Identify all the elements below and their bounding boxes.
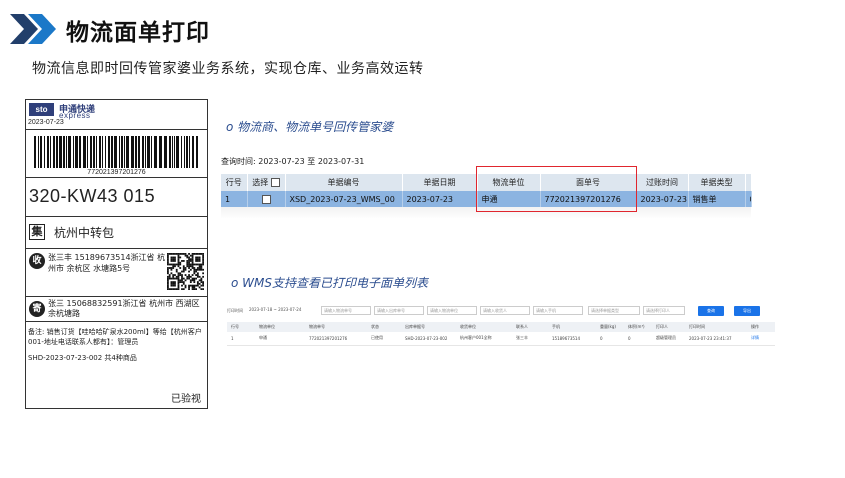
col-select[interactable]: 选择	[247, 174, 286, 191]
wms-col-row-no[interactable]: 行号	[227, 322, 255, 332]
search-button[interactable]: 查询	[698, 306, 724, 316]
phone-input[interactable]: 请输入手机	[533, 306, 583, 315]
cell-bill-no: XSD_2023-07-23_WMS_00	[285, 191, 403, 207]
wms-col-volume[interactable]: 体积(m³)	[624, 322, 652, 332]
inspected-mark: 已验视	[171, 394, 201, 405]
wms-cell-volume: 0	[624, 332, 652, 346]
waybill-header: sto 申通快递 express 2023-07-23	[26, 100, 207, 130]
carrier-input[interactable]: 请输入物流单位	[427, 306, 477, 315]
wms-col-action: 操作	[747, 322, 775, 332]
receiver-tag: 收	[29, 253, 45, 269]
wms-col-printer[interactable]: 打印人	[652, 322, 685, 332]
section1-heading: o 物流商、物流单号回传管家婆	[226, 120, 394, 134]
col-bill-type[interactable]: 单据类型	[688, 174, 746, 191]
wms-col-carrier[interactable]: 物流单位	[255, 322, 305, 332]
col-bill-no[interactable]: 单据编号	[285, 174, 403, 191]
wms-cell-weight: 0	[596, 332, 624, 346]
wms-cell-tracking: 772021397201276	[305, 332, 367, 346]
detail-link[interactable]: 详情	[747, 332, 775, 346]
barcode	[34, 136, 198, 168]
hub-section: 集 杭州中转包	[26, 217, 207, 249]
cell-select	[247, 191, 286, 207]
wms-col-phone[interactable]: 手机	[548, 322, 596, 332]
page-title: 物流面单打印	[66, 20, 210, 46]
waybill-date: 2023-07-23	[28, 119, 64, 126]
waybill-note: 备注: 销售订货【哇哈哈矿泉水200ml】等给【杭州客户001-地址电话联系人都…	[28, 328, 202, 346]
cell-row-no: 1	[221, 191, 248, 207]
tracking-number: 772021397201276	[87, 169, 146, 176]
cell-post-time: 2023-07-23	[636, 191, 689, 207]
sender-tag: 寄	[29, 301, 45, 317]
qr-code-icon	[167, 253, 204, 290]
wms-cell-phone: 15189673514	[548, 332, 596, 346]
wms-cell-receiver-unit: 杭州客户001全称	[456, 332, 512, 346]
waybill-label: sto 申通快递 express 2023-07-23 772021397201…	[25, 99, 208, 409]
wms-col-weight[interactable]: 重量(kg)	[596, 322, 624, 332]
section2-heading: o WMS支持查看已打印电子面单列表	[231, 276, 428, 290]
query-time: 查询时间: 2023-07-23 至 2023-07-31	[221, 157, 365, 166]
wms-col-print-time[interactable]: 打印时间	[685, 322, 747, 332]
wms-cell-print-time: 2023-07-23 23:41:37	[685, 332, 747, 346]
col-post-time[interactable]: 过账时间	[636, 174, 689, 191]
highlight-box	[476, 166, 637, 212]
tracking-no-input[interactable]: 请输入物流单号	[321, 306, 371, 315]
printer-select[interactable]: 请选择打印人	[643, 306, 685, 315]
cell-extra: 0	[745, 191, 752, 207]
receiver-input[interactable]: 请输入收货人	[480, 306, 530, 315]
wms-cell-row-no: 1	[227, 332, 255, 346]
wms-cell-outbound: SHD-2023-07-23-002	[401, 332, 456, 346]
wms-filter-bar: 打印时间 2023-07-18 ~ 2023-07-24 请输入物流单号 请输入…	[227, 305, 775, 317]
wms-col-receiver-unit[interactable]: 收货单位	[456, 322, 512, 332]
page-subtitle: 物流信息即时回传管家婆业务系统，实现仓库、业务高效运转	[32, 61, 424, 77]
cell-bill-date: 2023-07-23	[402, 191, 478, 207]
col-bill-date[interactable]: 单据日期	[402, 174, 478, 191]
print-time-label: 打印时间	[227, 308, 243, 313]
sort-code: 320-KW43 015	[29, 186, 156, 206]
date-range-input[interactable]: 2023-07-18 ~ 2023-07-24	[247, 306, 319, 315]
receiver-section: 收 张三丰 15189673514浙江省 杭州市 余杭区 水塘路5号	[26, 249, 207, 297]
wms-col-tracking[interactable]: 物流单号	[305, 322, 367, 332]
sender-info: 张三 15068832591浙江省 杭州市 西湖区 余杭塘路	[48, 299, 200, 318]
wms-table: 行号 物流单位 物流单号 状态 出库单据号 收货单位 联系人 手机 重量(kg)…	[227, 322, 775, 346]
order-line: SHD-2023-07-23-002 共4种商品	[28, 354, 137, 362]
receiver-info: 张三丰 15189673514浙江省 杭州市 余杭区 水塘路5号	[48, 253, 166, 273]
outbound-no-input[interactable]: 请输入出库单号	[374, 306, 424, 315]
hub-name: 杭州中转包	[54, 226, 115, 240]
wms-cell-carrier: 申通	[255, 332, 305, 346]
double-chevron-icon	[10, 14, 56, 44]
hub-tag: 集	[29, 224, 45, 240]
col-extra	[745, 174, 752, 191]
wms-cell-printer: 超级管理员	[652, 332, 685, 346]
select-all-checkbox[interactable]	[270, 178, 280, 187]
sto-logo: sto	[29, 103, 54, 116]
row-checkbox[interactable]	[261, 194, 271, 204]
cell-bill-type: 销售单	[688, 191, 746, 207]
col-row-no[interactable]: 行号	[221, 174, 248, 191]
sort-code-section: 320-KW43 015	[26, 177, 207, 217]
wms-col-status[interactable]: 状态	[367, 322, 401, 332]
export-button[interactable]: 导出	[734, 306, 760, 316]
bill-type-select[interactable]: 请选择单据类型	[588, 306, 640, 315]
wms-cell-status: 已使用	[367, 332, 401, 346]
col-select-label: 选择	[252, 178, 269, 187]
wms-cell-contact: 张三丰	[512, 332, 548, 346]
table-row[interactable]: 1 申通 772021397201276 已使用 SHD-2023-07-23-…	[227, 332, 775, 346]
sender-section: 寄 张三 15068832591浙江省 杭州市 西湖区 余杭塘路	[26, 297, 207, 322]
wms-col-outbound[interactable]: 出库单据号	[401, 322, 456, 332]
wms-col-contact[interactable]: 联系人	[512, 322, 548, 332]
